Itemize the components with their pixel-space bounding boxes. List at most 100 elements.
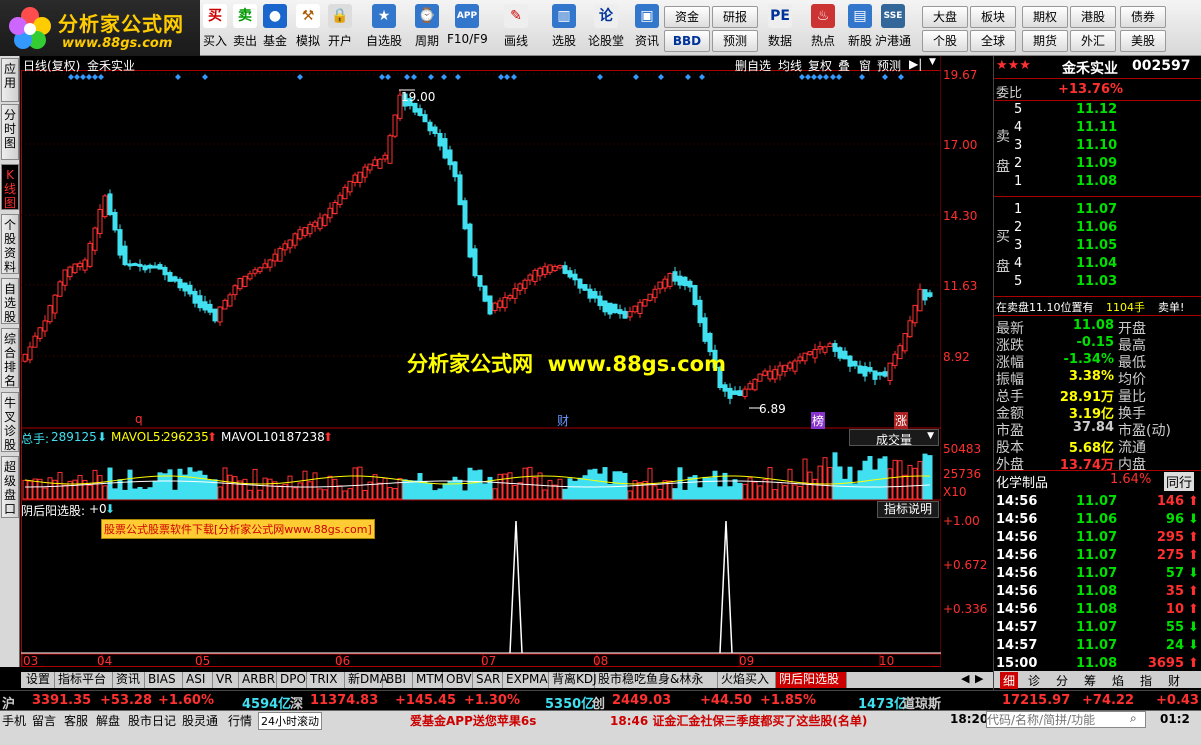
toolbar-button-3[interactable]: ⚒ 模拟 (293, 2, 323, 54)
news-headline-1[interactable]: 爱基金APP送您苹果6s (410, 712, 536, 729)
indicator-tab-1[interactable]: 指标平台 (55, 672, 113, 688)
tab-scroll-right-icon[interactable]: ▶ (975, 672, 983, 685)
indicator-tab-0[interactable]: 设置 (23, 672, 55, 688)
quote-tab-5[interactable]: 指 (1140, 672, 1152, 689)
tab-scroll-left-icon[interactable]: ◀ (961, 672, 969, 685)
toolbar-button-4[interactable]: 🔒 开户 (325, 2, 355, 54)
status-item-4[interactable]: 股市日记 (128, 712, 176, 729)
toolbar-small-button-3[interactable]: 预测 (712, 30, 758, 52)
indicator-tab-2[interactable]: 资讯 (113, 672, 145, 688)
toolbar-button-11[interactable]: ▣ 资讯 (627, 2, 667, 54)
order-button[interactable]: 卖单! (1158, 299, 1184, 315)
tick-price: 11.07 (1076, 566, 1118, 581)
side-tab-5[interactable]: 综合排名 (1, 328, 19, 388)
chart-top-button-0[interactable]: 删自选 (735, 57, 771, 74)
toolbar-button-2[interactable]: ● 基金 (260, 2, 290, 54)
toolbar-small-button-1[interactable]: BBD (664, 30, 710, 52)
toolbar-button-7[interactable]: APP F10/F9 (447, 2, 488, 54)
indicator-ad-banner[interactable]: 股票公式股票软件下载[分析家公式网www.88gs.com] (101, 519, 375, 539)
toolbar-button-13[interactable]: ♨ 热点 (803, 2, 843, 54)
toolbar-small-button-9[interactable]: 期货 (1022, 30, 1068, 52)
toolbar-small-button-11[interactable]: 外汇 (1070, 30, 1116, 52)
volume-indicator-dropdown[interactable]: 成交量 ▼ (849, 429, 939, 447)
indicator-tab-14[interactable]: EXPMA (503, 672, 549, 688)
indicator-tab-10[interactable]: BBI (383, 672, 413, 688)
toolbar-button-6[interactable]: ⌚ 周期 (407, 2, 447, 54)
toolbar-small-button-7[interactable]: 全球 (970, 30, 1016, 52)
toolbar-small-button-13[interactable]: 美股 (1120, 30, 1166, 52)
indicator-tab-8[interactable]: TRIX (307, 672, 345, 688)
toolbar-small-button-8[interactable]: 期权 (1022, 6, 1068, 28)
toolbar-button-8[interactable]: ✎ 画线 (496, 2, 536, 54)
sector-peer-button[interactable]: 同行 (1164, 472, 1195, 491)
chart-top-button-1[interactable]: 均线 (778, 57, 802, 74)
toolbar-small-button-12[interactable]: 债券 (1120, 6, 1166, 28)
candle-body-146 (752, 378, 758, 391)
toolbar-button-10[interactable]: 论论股堂 (586, 2, 626, 54)
status-item-5[interactable]: 股灵通 (182, 712, 218, 729)
indicator-tab-18[interactable]: 阴后阳选股 (776, 672, 847, 688)
search-icon[interactable]: ⌕ (1130, 711, 1137, 726)
side-tab-6[interactable]: 牛叉诊股 (1, 392, 19, 452)
chart-top-button-5[interactable]: 预测 (877, 57, 901, 74)
marker-finance[interactable]: 财 (557, 412, 569, 429)
status-item-7[interactable]: 24小时滚动 (258, 712, 322, 730)
toolbar-small-button-6[interactable]: 板块 (970, 6, 1016, 28)
toolbar-button-1[interactable]: 卖卖出 (230, 2, 260, 54)
candle-body-122 (632, 305, 638, 313)
quote-tab-6[interactable]: 财 (1168, 672, 1180, 689)
chart-scroll-right-icon[interactable]: ▶| (909, 57, 922, 71)
volume-bar-88 (462, 490, 468, 500)
toolbar-button-0[interactable]: 买买入 (200, 2, 230, 54)
indicator-tab-11[interactable]: MTM (413, 672, 444, 688)
chart-top-button-4[interactable]: 窗 (859, 57, 871, 74)
quote-tab-4[interactable]: 焰 (1112, 672, 1124, 689)
chart-menu-icon[interactable]: ▼ (929, 57, 936, 67)
side-tab-1[interactable]: 分时图 (1, 104, 19, 160)
chart-top-button-3[interactable]: 叠 (838, 57, 850, 74)
toolbar-small-button-0[interactable]: 资金 (664, 6, 710, 28)
indicator-tab-15[interactable]: 背离KDJ (549, 672, 597, 688)
quote-tab-3[interactable]: 筹 (1084, 672, 1096, 689)
toolbar-small-button-4[interactable]: 大盘 (922, 6, 968, 28)
candle-body-110 (572, 273, 578, 281)
chart-top-button-2[interactable]: 复权 (808, 57, 832, 74)
status-item-0[interactable]: 手机 (2, 712, 26, 729)
quote-tab-2[interactable]: 分 (1056, 672, 1068, 689)
toolbar-button-12[interactable]: PE 数据 (760, 2, 800, 54)
indicator-tab-4[interactable]: ASI (183, 672, 213, 688)
status-item-2[interactable]: 客服 (64, 712, 88, 729)
side-tab-2[interactable]: K线图 (1, 164, 19, 210)
indicator-tab-5[interactable]: VR (213, 672, 239, 688)
side-tab-7[interactable]: 超级盘口 (1, 456, 19, 518)
toolbar-small-button-10[interactable]: 港股 (1070, 6, 1116, 28)
indicator-help-button[interactable]: 指标说明 (877, 501, 939, 518)
status-item-1[interactable]: 留言 (32, 712, 56, 729)
marker-limit-up[interactable]: 涨 (894, 412, 909, 429)
indicator-tab-16[interactable]: 股市稳吃鱼身&林永 (595, 672, 718, 688)
indicator-tab-6[interactable]: ARBR (239, 672, 277, 688)
quote-tab-1[interactable]: 诊 (1028, 672, 1040, 689)
toolbar-small-button-2[interactable]: 研报 (712, 6, 758, 28)
kline-chart-area[interactable]: 日线(复权) 金禾实业 19.00 6.89 分析家公式网 www.88gs.c… (21, 56, 987, 668)
indicator-tab-12[interactable]: OBV (443, 672, 473, 688)
indicator-tab-13[interactable]: SAR (473, 672, 503, 688)
indicator-tab-17[interactable]: 火焰买入 (718, 672, 776, 688)
side-tab-3[interactable]: 个股资料 (1, 214, 19, 274)
status-item-6[interactable]: 行情 (228, 712, 252, 729)
toolbar-small-button-5[interactable]: 个股 (922, 30, 968, 52)
indicator-tab-7[interactable]: DPO (277, 672, 307, 688)
toolbar-button-15[interactable]: SSE 沪港通 (873, 2, 913, 54)
quote-tab-0[interactable]: 细 (1000, 672, 1019, 689)
status-item-3[interactable]: 解盘 (96, 712, 120, 729)
code-search-input[interactable] (986, 711, 1146, 728)
toolbar-button-9[interactable]: ▥ 选股 (544, 2, 584, 54)
toolbar-button-5[interactable]: ★ 自选股 (364, 2, 404, 54)
marker-rank[interactable]: 榜 (811, 412, 826, 429)
side-tab-0[interactable]: 应用 (1, 58, 19, 102)
indicator-tab-9[interactable]: 新DMA (345, 672, 388, 688)
news-headline-2[interactable]: 18:46 证金汇金社保三季度都买了这些股(名单) (610, 712, 867, 729)
indicator-tab-3[interactable]: BIAS (145, 672, 183, 688)
side-tab-4[interactable]: 自选股 (1, 278, 19, 324)
volume-bar-70 (372, 474, 378, 500)
